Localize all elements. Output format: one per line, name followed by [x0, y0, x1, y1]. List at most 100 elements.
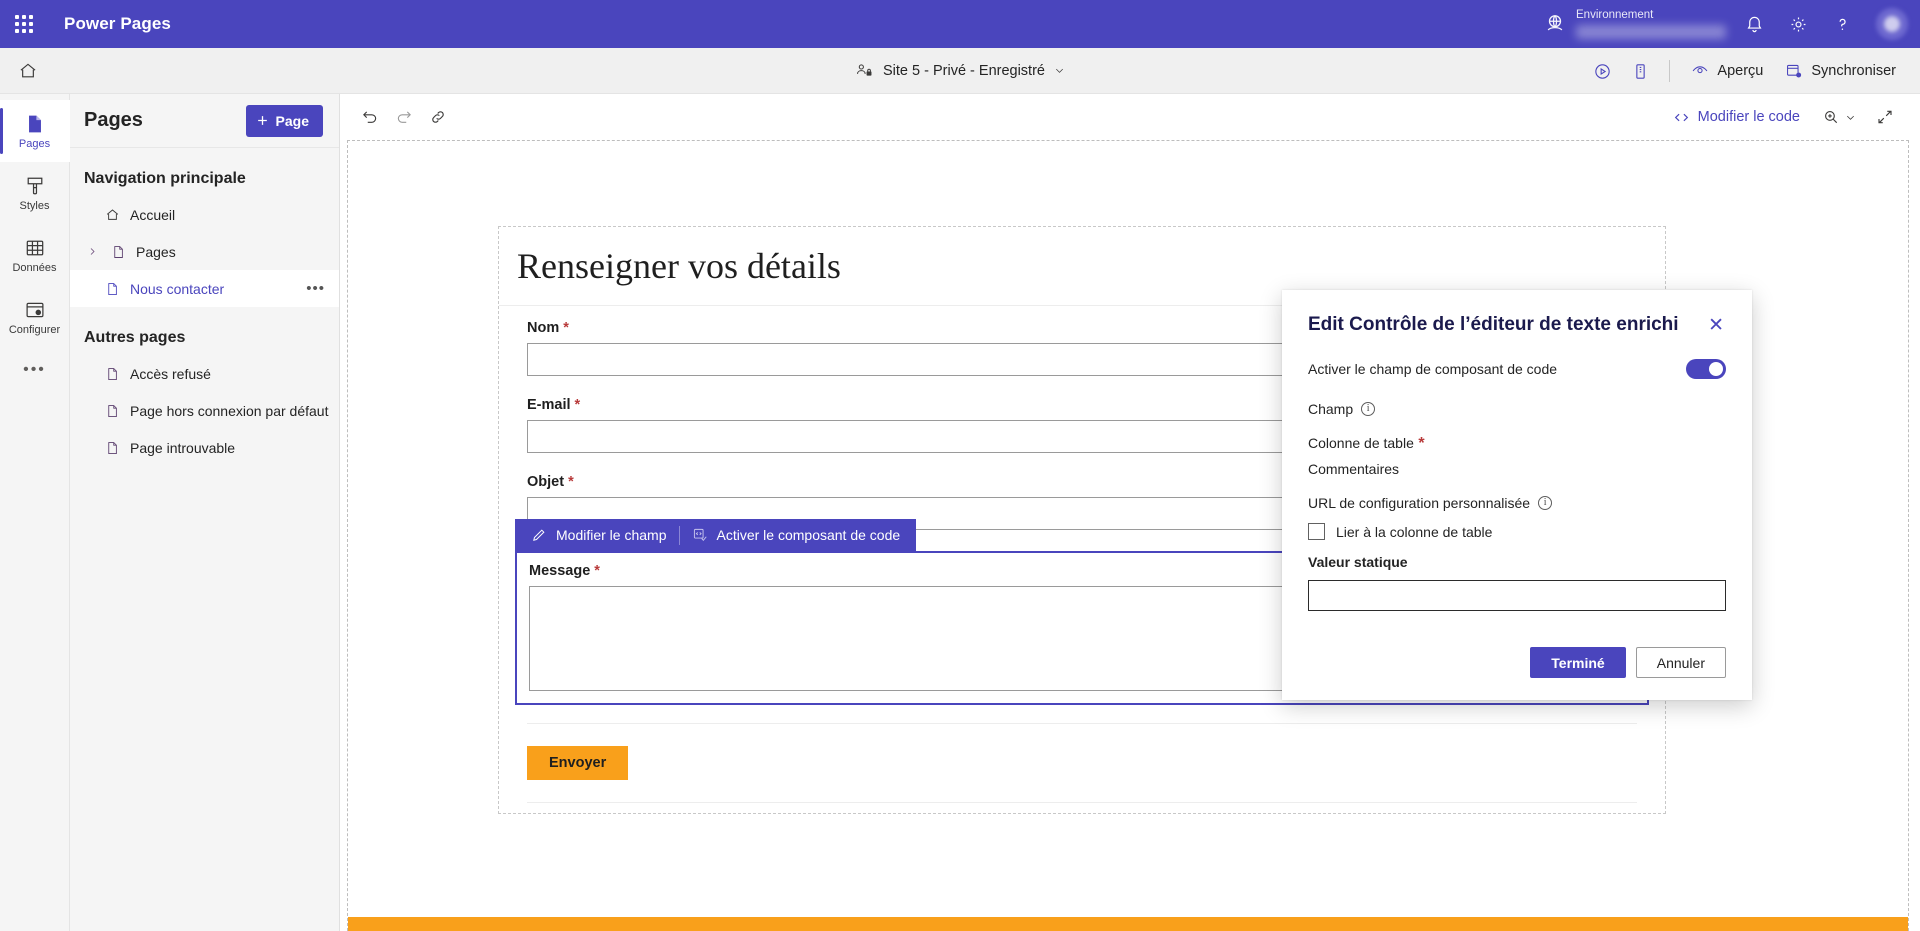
sidebar-label-pages: Pages — [136, 243, 176, 260]
eye-icon — [1693, 66, 1708, 74]
link-icon — [432, 111, 444, 123]
sidebar-item-page-hors-connexion[interactable]: Page hors connexion par défaut — [70, 392, 339, 429]
device-preview-button[interactable] — [1622, 54, 1658, 88]
settings-button[interactable] — [1776, 0, 1820, 48]
link-to-table-column-row[interactable]: Lier à la colonne de table — [1308, 523, 1726, 540]
field-label-text-objet: Objet — [527, 474, 565, 490]
link-button[interactable] — [421, 101, 455, 133]
edit-code-button[interactable]: Modifier le code — [1663, 101, 1810, 133]
sidebar-item-acces-refuse[interactable]: Accès refusé — [70, 355, 339, 392]
dialog-title: Edit Contrôle de l’éditeur de texte enri… — [1308, 314, 1679, 335]
enable-code-component-button[interactable]: Activer le composant de code — [680, 519, 913, 551]
sidebar-item-overflow-button[interactable]: ••• — [306, 280, 339, 297]
toggle-knob — [1709, 362, 1723, 376]
play-button[interactable] — [1584, 54, 1620, 88]
static-value-label: Valeur statique — [1308, 554, 1408, 570]
info-icon[interactable]: i — [1538, 496, 1553, 510]
sync-icon — [1787, 64, 1802, 78]
form-separator — [527, 723, 1637, 724]
rail-label-setup: Configurer — [8, 323, 61, 336]
mobile-device-icon — [1636, 63, 1645, 79]
undo-button[interactable] — [353, 101, 387, 133]
environment-value — [1576, 24, 1726, 39]
required-marker: * — [574, 397, 581, 413]
pages-panel-header: Pages Page — [70, 94, 339, 148]
enable-code-component-label: Activer le champ de composant de code — [1308, 361, 1558, 377]
enable-code-component-toggle[interactable] — [1686, 359, 1726, 379]
required-marker: * — [563, 320, 569, 336]
link-to-table-column-checkbox[interactable] — [1308, 523, 1325, 540]
sync-label: Synchroniser — [1811, 63, 1896, 79]
required-marker: * — [568, 474, 574, 490]
sync-button[interactable]: Synchroniser — [1775, 54, 1906, 88]
left-rail: Pages Styles Données Configurer ••• — [0, 94, 70, 931]
nav-group-title-main: Navigation principale — [84, 170, 246, 187]
sidebar-item-nous-contacter[interactable]: Nous contacter ••• — [70, 270, 339, 307]
canvas-toolbar: Modifier le code — [341, 94, 1920, 140]
custom-config-url-header: URL de configuration personnalisée i — [1308, 495, 1726, 511]
preview-button[interactable]: Aperçu — [1681, 54, 1773, 88]
fullscreen-button[interactable] — [1868, 101, 1902, 133]
required-marker: * — [1418, 435, 1425, 452]
table-column-label: Colonne de table — [1308, 435, 1414, 451]
custom-config-url-section: URL de configuration personnalisée i Lie… — [1308, 495, 1726, 611]
page-icon — [103, 281, 121, 297]
chevron-down-icon — [1847, 115, 1854, 120]
cancel-button[interactable]: Annuler — [1635, 647, 1726, 678]
edit-code-label: Modifier le code — [1697, 109, 1800, 125]
close-icon[interactable]: ✕ — [1706, 314, 1726, 337]
page-glyph-icon — [107, 282, 117, 295]
question-mark-icon — [1838, 18, 1846, 30]
home-button[interactable] — [0, 48, 56, 94]
zoom-control[interactable] — [1814, 101, 1864, 133]
info-icon[interactable]: i — [1361, 402, 1376, 416]
static-value-input[interactable] — [1308, 580, 1726, 611]
rail-item-pages[interactable]: Pages — [0, 100, 70, 162]
field-section-label: Champ — [1308, 401, 1354, 417]
environment-label: Environnement — [1576, 9, 1654, 22]
static-value-block: Valeur statique — [1308, 554, 1726, 611]
account-button[interactable] — [1864, 0, 1920, 48]
redo-button[interactable] — [387, 101, 421, 133]
table-column-header: Colonne de table * — [1308, 435, 1726, 453]
edit-field-button[interactable]: Modifier le champ — [519, 519, 679, 551]
site-footer-bar — [348, 917, 1908, 931]
field-section: Champ i — [1308, 401, 1726, 417]
private-site-icon — [857, 64, 872, 76]
edit-field-label: Modifier le champ — [556, 527, 667, 543]
sidebar-label-nous-contacter: Nous contacter — [130, 280, 225, 297]
page-icon — [103, 403, 121, 419]
rail-item-styles[interactable]: Styles — [0, 162, 70, 224]
table-column-value: Commentaires — [1308, 461, 1400, 477]
app-launcher-button[interactable] — [0, 0, 48, 48]
enable-code-component-label: Activer le composant de code — [716, 527, 901, 543]
field-section-header: Champ i — [1308, 401, 1726, 417]
field-label-text-nom: Nom — [527, 320, 560, 336]
redo-icon — [397, 111, 411, 123]
rail-item-setup[interactable]: Configurer — [0, 286, 70, 348]
rail-item-data[interactable]: Données — [0, 224, 70, 286]
submit-button[interactable]: Envoyer — [527, 746, 629, 780]
page-glyph-icon — [107, 404, 117, 417]
done-button[interactable]: Terminé — [1530, 647, 1626, 678]
environment-text: Environnement — [1576, 9, 1726, 39]
rail-more-button[interactable]: ••• — [0, 348, 70, 392]
environment-selector[interactable]: Environnement — [1544, 9, 1726, 39]
sidebar-item-page-introuvable[interactable]: Page introuvable — [70, 429, 339, 466]
home-icon — [20, 63, 36, 77]
site-selector[interactable]: Site 5 - Privé - Enregistré — [845, 56, 1075, 85]
sidebar-label-page-hors-connexion: Page hors connexion par défaut — [130, 402, 329, 419]
bell-icon — [1747, 16, 1761, 32]
add-page-button[interactable]: Page — [245, 104, 323, 137]
custom-config-url-label: URL de configuration personnalisée — [1308, 495, 1531, 511]
sidebar-item-pages[interactable]: Pages — [70, 233, 339, 270]
pencil-icon — [533, 529, 545, 541]
rail-label-styles: Styles — [19, 199, 50, 212]
notifications-button[interactable] — [1732, 0, 1776, 48]
code-component-icon — [693, 528, 707, 542]
brush-icon — [27, 177, 42, 194]
chevron-right-icon[interactable] — [84, 247, 100, 256]
chevron-right-glyph-icon — [90, 248, 95, 255]
help-button[interactable] — [1820, 0, 1864, 48]
sidebar-item-accueil[interactable]: Accueil — [70, 196, 339, 233]
